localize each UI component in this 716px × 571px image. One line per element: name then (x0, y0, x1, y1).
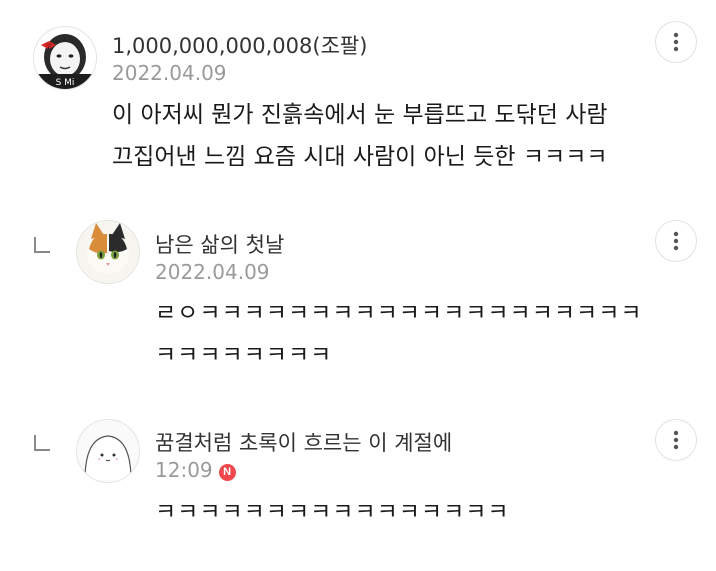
comment-text: ㄹㅇㅋㅋㅋㅋㅋㅋㅋㅋㅋㅋㅋㅋㅋㅋㅋㅋㅋㅋㅋㅋ ㅋㅋㅋㅋㅋㅋㅋㅋ (155, 292, 643, 376)
more-vertical-icon (673, 231, 679, 251)
avatar-image: S Mi (34, 27, 96, 89)
comment-author[interactable]: 꿈결처럼 초록이 흐르는 이 계절에 (155, 427, 452, 457)
comment-author[interactable]: 1,000,000,000,008(조팔) (112, 30, 367, 60)
comment-date: 12:09 N (155, 458, 236, 482)
avatar[interactable]: S Mi (33, 26, 97, 90)
avatar-image (77, 221, 139, 283)
reply-arrow-icon (34, 237, 50, 253)
more-vertical-icon (673, 32, 679, 52)
comment-time: 12:09 (155, 458, 213, 482)
reply-arrow-icon (34, 435, 50, 451)
avatar-image (77, 420, 139, 482)
more-options-button[interactable] (655, 220, 697, 262)
more-options-button[interactable] (655, 21, 697, 63)
comment-line: ㅋㅋㅋㅋㅋㅋㅋㅋㅋㅋㅋㅋㅋㅋㅋㅋ (155, 499, 510, 525)
comment-line: 끄집어낸 느낌 요즘 시대 사람이 아닌 듯한 ㅋㅋㅋㅋ (112, 144, 608, 170)
comment-author[interactable]: 남은 삶의 첫날 (155, 229, 284, 259)
comment-text: 이 아저씨 뭔가 진흙속에서 눈 부릅뜨고 도닦던 사람 끄집어낸 느낌 요즘 … (112, 94, 608, 178)
new-badge: N (218, 464, 236, 481)
avatar[interactable] (76, 220, 140, 284)
comment-date: 2022.04.09 (155, 260, 270, 284)
more-vertical-icon (673, 430, 679, 450)
comment-text: ㅋㅋㅋㅋㅋㅋㅋㅋㅋㅋㅋㅋㅋㅋㅋㅋ (155, 491, 510, 533)
svg-text:S Mi: S Mi (56, 78, 75, 88)
comment-line: ㅋㅋㅋㅋㅋㅋㅋㅋ (155, 342, 333, 368)
comment-line: 이 아저씨 뭔가 진흙속에서 눈 부릅뜨고 도닦던 사람 (112, 102, 608, 128)
comment-line: ㄹㅇㅋㅋㅋㅋㅋㅋㅋㅋㅋㅋㅋㅋㅋㅋㅋㅋㅋㅋㅋㅋ (155, 300, 643, 326)
more-options-button[interactable] (655, 419, 697, 461)
avatar[interactable] (76, 419, 140, 483)
comment-date: 2022.04.09 (112, 61, 227, 85)
